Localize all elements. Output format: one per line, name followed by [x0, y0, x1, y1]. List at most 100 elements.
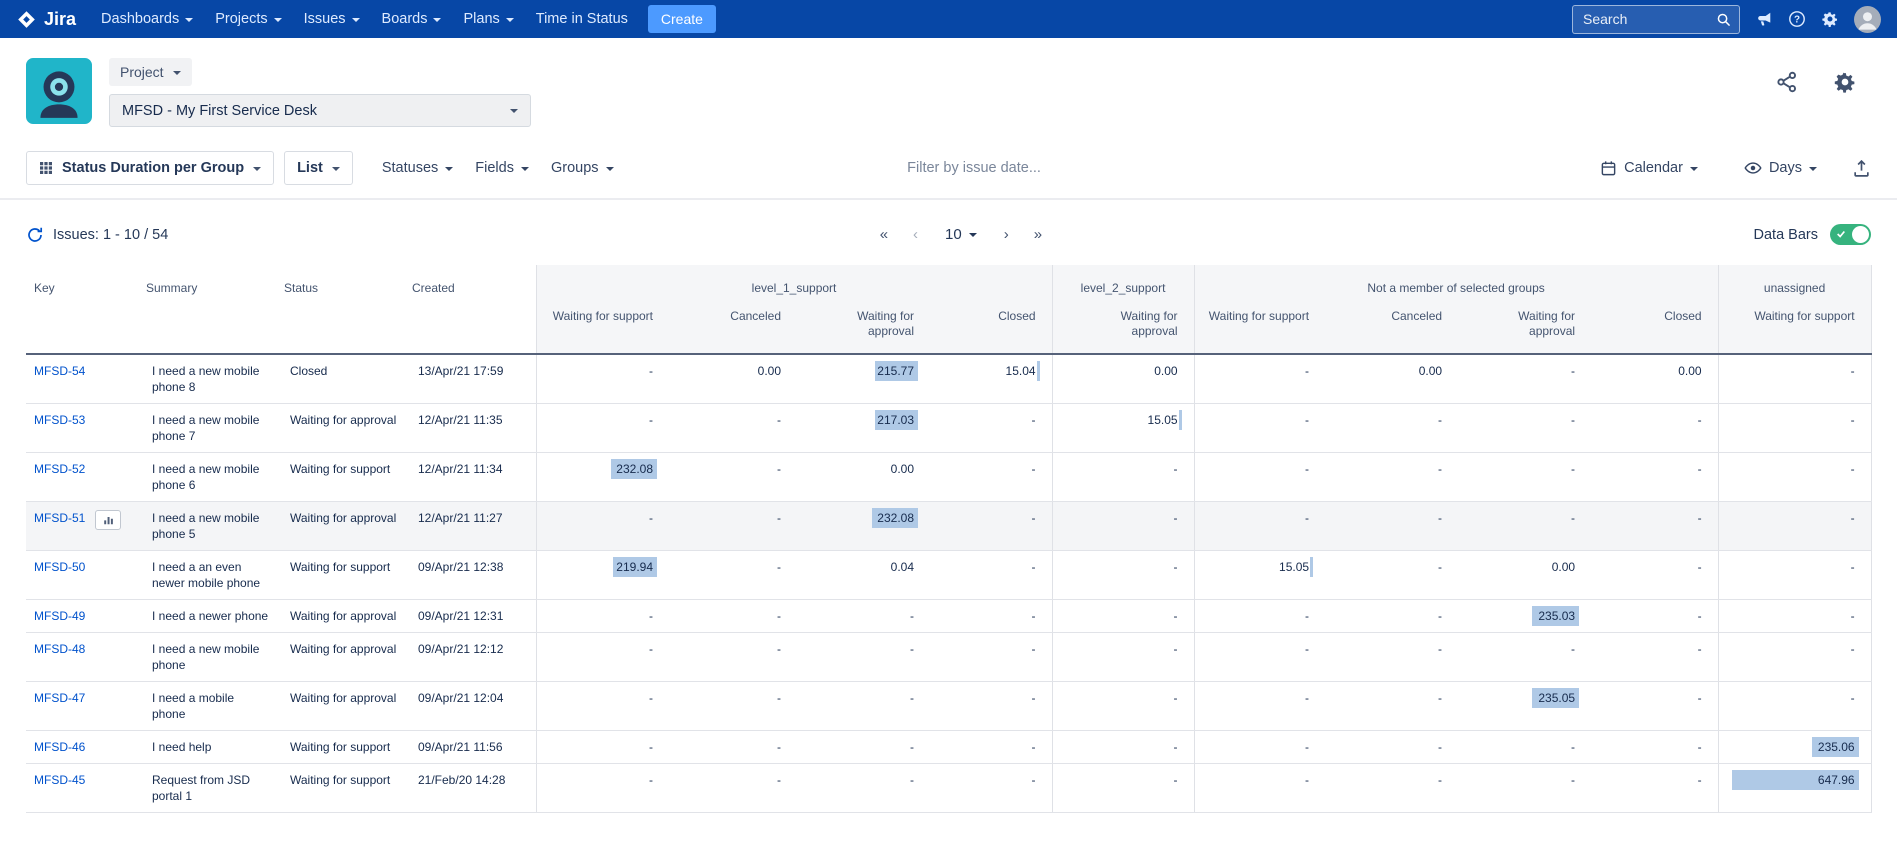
value-text: -	[1571, 773, 1575, 787]
jira-logo[interactable]: Jira	[16, 9, 76, 30]
issue-key-link-mfsd-47[interactable]: MFSD-47	[34, 691, 85, 705]
group-header-unassigned: unassigned	[1718, 265, 1871, 301]
nav-right: ?	[1572, 5, 1881, 34]
value-text: -	[1305, 642, 1309, 656]
value-cell: 15.05	[1194, 551, 1325, 600]
value-text: -	[777, 691, 781, 705]
issue-key-link-mfsd-48[interactable]: MFSD-48	[34, 642, 85, 656]
report-thead: KeySummaryStatusCreatedlevel_1_supportle…	[26, 265, 1871, 354]
column-header-summary[interactable]: Summary	[138, 265, 276, 354]
value-text: -	[1698, 609, 1702, 623]
value-text: -	[777, 560, 781, 574]
settings-icon[interactable]	[1821, 10, 1839, 28]
key-cell: MFSD-51	[26, 502, 138, 551]
value-cell: -	[536, 404, 669, 453]
calendar-dropdown[interactable]: Calendar	[1589, 160, 1709, 177]
search-box[interactable]	[1572, 5, 1740, 34]
summary-cell: I need a new mobile phone 5	[138, 502, 276, 551]
nav-item-dashboards[interactable]: Dashboards	[90, 0, 204, 38]
data-bars-toggle[interactable]	[1830, 224, 1871, 245]
create-button[interactable]: Create	[648, 5, 716, 33]
time-unit-dropdown[interactable]: Days	[1733, 159, 1828, 177]
key-cell: MFSD-54	[26, 354, 138, 404]
column-header-label: Waiting for support	[1209, 309, 1309, 323]
nav-item-boards[interactable]: Boards	[371, 0, 453, 38]
column-header-not-a-member-of-selected-groups-waiting-for-support[interactable]: Waiting for support	[1194, 301, 1325, 354]
column-header-level-1-support-waiting-for-approval[interactable]: Waiting for approval	[797, 301, 930, 354]
project-select[interactable]: MFSD - My First Service Desk	[109, 94, 531, 127]
toolbar-menu-groups[interactable]: Groups	[540, 160, 625, 176]
column-header-label: Waiting for approval	[1094, 309, 1178, 339]
column-header-unassigned-waiting-for-support[interactable]: Waiting for support	[1718, 301, 1871, 354]
project-type-dropdown[interactable]: Project	[109, 58, 192, 86]
refresh-icon[interactable]	[26, 226, 44, 244]
issue-key-link-mfsd-45[interactable]: MFSD-45	[34, 773, 85, 787]
issue-key-link-mfsd-53[interactable]: MFSD-53	[34, 413, 85, 427]
value-cell: -	[1718, 551, 1871, 600]
nav-item-projects[interactable]: Projects	[204, 0, 292, 38]
column-header-level-2-support-waiting-for-approval[interactable]: Waiting for approval	[1052, 301, 1194, 354]
column-header-not-a-member-of-selected-groups-canceled[interactable]: Canceled	[1325, 301, 1458, 354]
nav-item-issues[interactable]: Issues	[293, 0, 371, 38]
data-bar	[1179, 410, 1182, 430]
help-icon[interactable]: ?	[1788, 10, 1806, 28]
value-text: -	[910, 642, 914, 656]
value-text: -	[649, 642, 653, 656]
value-text: -	[1305, 413, 1309, 427]
issue-key-link-mfsd-54[interactable]: MFSD-54	[34, 364, 85, 378]
project-selector-group: Project MFSD - My First Service Desk	[109, 58, 531, 127]
column-header-label: Waiting for support	[1754, 309, 1854, 323]
value-text: -	[1438, 462, 1442, 476]
value-cell: 235.03	[1458, 600, 1591, 633]
last-page-button[interactable]: »	[1028, 226, 1048, 243]
key-cell: MFSD-45	[26, 764, 138, 813]
issue-date-filter-input[interactable]	[905, 159, 1140, 177]
value-cell: -	[1458, 354, 1591, 404]
table-row-mfsd-46: MFSD-46I need helpWaiting for support09/…	[26, 731, 1871, 764]
column-header-level-1-support-canceled[interactable]: Canceled	[669, 301, 797, 354]
value-text: -	[1698, 413, 1702, 427]
column-header-status[interactable]: Status	[276, 265, 404, 354]
value-text: -	[777, 642, 781, 656]
nav-item-time-in-status[interactable]: Time in Status	[525, 0, 639, 38]
chart-icon-button[interactable]	[95, 510, 121, 530]
toolbar-menu-fields[interactable]: Fields	[464, 160, 540, 176]
user-avatar[interactable]	[1854, 6, 1881, 33]
value-text: -	[910, 609, 914, 623]
prev-page-button[interactable]: ‹	[907, 226, 924, 243]
view-dropdown[interactable]: List	[284, 151, 353, 185]
column-header-created[interactable]: Created	[404, 265, 536, 354]
value-cell: -	[1194, 354, 1325, 404]
value-text: -	[1698, 462, 1702, 476]
page-size-select[interactable]: 10	[945, 226, 977, 243]
issues-count: Issues: 1 - 10 / 54	[53, 227, 168, 243]
nav-item-plans[interactable]: Plans	[452, 0, 524, 38]
value-text: -	[1571, 511, 1575, 525]
issue-key-link-mfsd-52[interactable]: MFSD-52	[34, 462, 85, 476]
first-page-button[interactable]: «	[874, 226, 894, 243]
settings-gear-icon[interactable]	[1833, 70, 1857, 94]
created-cell: 13/Apr/21 17:59	[404, 354, 536, 404]
value-text: 235.05	[1538, 691, 1575, 705]
value-text: 232.08	[616, 462, 653, 476]
export-icon[interactable]	[1852, 159, 1871, 178]
chevron-down-icon	[433, 18, 441, 22]
issue-key-link-mfsd-49[interactable]: MFSD-49	[34, 609, 85, 623]
share-icon[interactable]	[1775, 70, 1799, 94]
search-input[interactable]	[1581, 10, 1716, 28]
issue-key-link-mfsd-51[interactable]: MFSD-51	[34, 511, 85, 525]
column-header-level-1-support-closed[interactable]: Closed	[930, 301, 1052, 354]
issue-key-link-mfsd-46[interactable]: MFSD-46	[34, 740, 85, 754]
next-page-button[interactable]: ›	[998, 226, 1015, 243]
table-meta-row: Issues: 1 - 10 / 54 « ‹ 10 › » Data Bars	[0, 200, 1897, 265]
report-type-dropdown[interactable]: Status Duration per Group	[26, 151, 274, 185]
announcements-icon[interactable]	[1755, 10, 1773, 28]
column-header-key[interactable]: Key	[26, 265, 138, 354]
column-header-not-a-member-of-selected-groups-closed[interactable]: Closed	[1591, 301, 1718, 354]
value-cell: -	[1325, 453, 1458, 502]
column-header-level-1-support-waiting-for-support[interactable]: Waiting for support	[536, 301, 669, 354]
issue-key-link-mfsd-50[interactable]: MFSD-50	[34, 560, 85, 574]
toolbar-menu-statuses[interactable]: Statuses	[371, 160, 464, 176]
key-cell: MFSD-47	[26, 682, 138, 731]
column-header-not-a-member-of-selected-groups-waiting-for-approval[interactable]: Waiting for approval	[1458, 301, 1591, 354]
